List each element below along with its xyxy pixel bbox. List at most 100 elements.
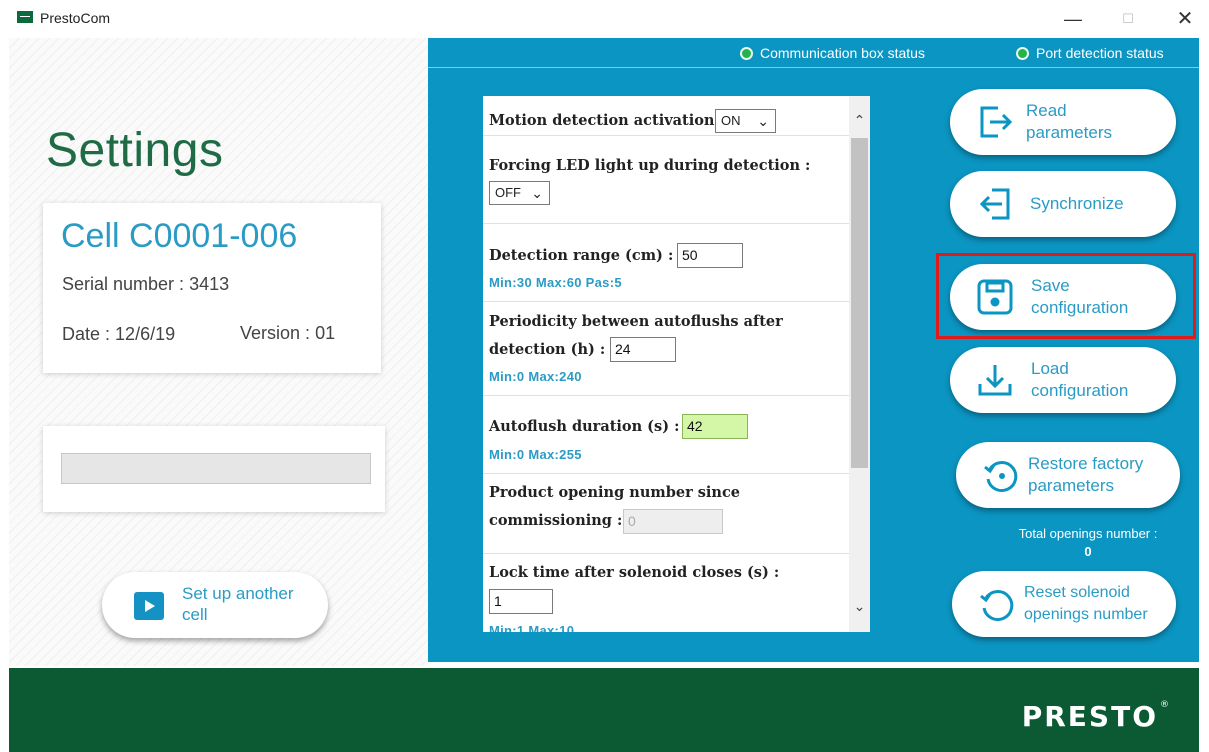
close-button[interactable]: ✕ <box>1170 6 1200 32</box>
chevron-down-icon: ⌄ <box>757 113 769 129</box>
opening-number-label-line1: Product opening number since <box>489 484 741 501</box>
cell-name: Cell C0001-006 <box>61 217 298 255</box>
autoflush-duration-label: Autoflush duration (s) : <box>489 418 680 435</box>
right-pane: Communication box status Port detection … <box>428 38 1199 662</box>
restore-factory-label: Restore factory parameters <box>1028 453 1168 497</box>
cell-info-card: Cell C0001-006 Serial number : 3413 Date… <box>43 203 381 373</box>
page-title: Settings <box>46 124 224 177</box>
date: Date : 12/6/19 <box>62 324 175 345</box>
setting-detection-range: Detection range (cm) : 50 Min:30 Max:60 … <box>483 224 849 302</box>
date-value: 12/6/19 <box>115 324 176 344</box>
registered-mark: ® <box>1160 700 1171 710</box>
status-ok-icon <box>1016 47 1029 60</box>
reset-solenoid-openings-button[interactable]: Reset solenoid openings number <box>952 571 1176 637</box>
restore-label-line1: Restore factory <box>1028 454 1144 473</box>
detection-range-hint: Min:30 Max:60 Pas:5 <box>489 275 622 290</box>
load-label-line2: configuration <box>1031 381 1129 400</box>
floppy-disk-icon <box>977 279 1013 315</box>
setting-periodicity: Periodicity between autoflushs after det… <box>483 302 849 396</box>
scroll-up-chevron-icon[interactable]: ⌃ <box>849 110 870 130</box>
progress-bar <box>61 453 371 484</box>
communication-box-status: Communication box status <box>740 45 925 61</box>
restore-icon <box>984 461 1018 493</box>
title-bar: PrestoCom — ☐ ✕ <box>0 0 1209 36</box>
export-icon <box>980 106 1013 138</box>
restore-factory-parameters-button[interactable]: Restore factory parameters <box>956 442 1180 508</box>
scroll-thumb[interactable] <box>851 138 868 468</box>
serial-number: Serial number : 3413 <box>62 274 229 295</box>
motion-detection-label: Motion detection activation: <box>489 112 720 129</box>
chevron-down-icon: ⌄ <box>531 185 543 201</box>
presto-logo: PRESTO ® <box>1022 700 1171 733</box>
opening-number-input: 0 <box>623 509 723 534</box>
setting-lock-time: Lock time after solenoid closes (s) : 1 … <box>483 554 849 632</box>
motion-detection-value: ON <box>721 113 741 128</box>
setup-another-cell-button[interactable]: Set up another cell <box>102 572 328 638</box>
load-configuration-button[interactable]: Load configuration <box>950 347 1176 413</box>
version-label: Version : <box>240 323 311 343</box>
detection-range-label: Detection range (cm) : <box>489 247 674 264</box>
scroll-down-chevron-icon[interactable]: ⌄ <box>849 596 870 616</box>
lock-time-label: Lock time after solenoid closes (s) : <box>489 564 780 581</box>
app-window: PrestoCom — ☐ ✕ Settings Cell C0001-006 … <box>0 0 1209 752</box>
lock-time-hint: Min:1 Max:10 <box>489 623 575 632</box>
periodicity-input[interactable]: 24 <box>610 337 676 362</box>
reset-label-line1: Reset solenoid <box>1024 584 1130 601</box>
opening-number-label-line2: commissioning : <box>489 512 623 529</box>
setting-autoflush-duration: Autoflush duration (s) : 42 Min:0 Max:25… <box>483 396 849 474</box>
read-parameters-button[interactable]: Read parameters <box>950 89 1176 155</box>
save-label-line1: Save <box>1031 276 1070 295</box>
autoflush-duration-hint: Min:0 Max:255 <box>489 447 582 462</box>
reset-icon <box>980 590 1014 622</box>
synchronize-button[interactable]: Synchronize <box>950 171 1176 237</box>
settings-scrollbar[interactable]: ⌃ ⌄ <box>849 96 870 632</box>
serial-value: 3413 <box>189 274 230 294</box>
save-configuration-button[interactable]: Save configuration <box>950 264 1176 330</box>
forcing-led-select[interactable]: OFF ⌄ <box>489 181 550 205</box>
version: Version : 01 <box>240 323 335 344</box>
presto-logo-text: PRESTO <box>1021 700 1158 733</box>
minimize-button[interactable]: — <box>1058 6 1088 32</box>
port-detection-status: Port detection status <box>1016 45 1164 61</box>
settings-panel[interactable]: Motion detection activation: ON ⌄ Forcin… <box>483 96 870 632</box>
motion-detection-select[interactable]: ON ⌄ <box>715 109 776 133</box>
synchronize-label: Synchronize <box>1030 194 1124 213</box>
load-label-line1: Load <box>1031 359 1069 378</box>
restore-label-line2: parameters <box>1028 476 1114 495</box>
play-icon <box>134 592 164 620</box>
port-status-label: Port detection status <box>1036 45 1164 61</box>
setting-motion-detection: Motion detection activation: ON ⌄ <box>483 96 849 136</box>
save-label-line2: configuration <box>1031 298 1129 317</box>
status-ok-icon <box>740 47 753 60</box>
periodicity-hint: Min:0 Max:240 <box>489 369 582 384</box>
version-value: 01 <box>315 323 336 343</box>
read-label-line1: Read <box>1026 101 1067 120</box>
import-icon <box>979 188 1010 220</box>
setup-label-line2: cell <box>182 605 208 624</box>
setup-another-cell-label: Set up another cell <box>182 583 322 625</box>
serial-label: Serial number : <box>62 274 185 294</box>
maximize-button[interactable]: ☐ <box>1113 6 1143 32</box>
date-label: Date : <box>62 324 111 344</box>
reset-solenoid-label: Reset solenoid openings number <box>1024 582 1164 626</box>
forcing-led-value: OFF <box>495 185 521 200</box>
progress-card <box>43 426 385 512</box>
download-icon <box>978 365 1012 396</box>
app-logo-icon <box>17 11 33 23</box>
settings-list: Motion detection activation: ON ⌄ Forcin… <box>483 96 849 632</box>
save-configuration-label: Save configuration <box>1031 275 1171 319</box>
periodicity-label-line2: detection (h) : <box>489 341 606 358</box>
total-openings-value: 0 <box>1084 544 1092 559</box>
window-title: PrestoCom <box>40 10 111 26</box>
reset-label-line2: openings number <box>1024 606 1148 623</box>
periodicity-label-line1: Periodicity between autoflushs after <box>489 313 783 330</box>
detection-range-input[interactable]: 50 <box>677 243 743 268</box>
autoflush-duration-input[interactable]: 42 <box>682 414 748 439</box>
footer: PRESTO ® <box>9 668 1199 752</box>
forcing-led-label: Forcing LED light up during detection : <box>489 157 811 174</box>
setup-label-line1: Set up another <box>182 584 294 603</box>
lock-time-input[interactable]: 1 <box>489 589 553 614</box>
setting-forcing-led: Forcing LED light up during detection : … <box>483 136 849 224</box>
communication-status-label: Communication box status <box>760 45 925 61</box>
status-bar: Communication box status Port detection … <box>428 38 1199 68</box>
